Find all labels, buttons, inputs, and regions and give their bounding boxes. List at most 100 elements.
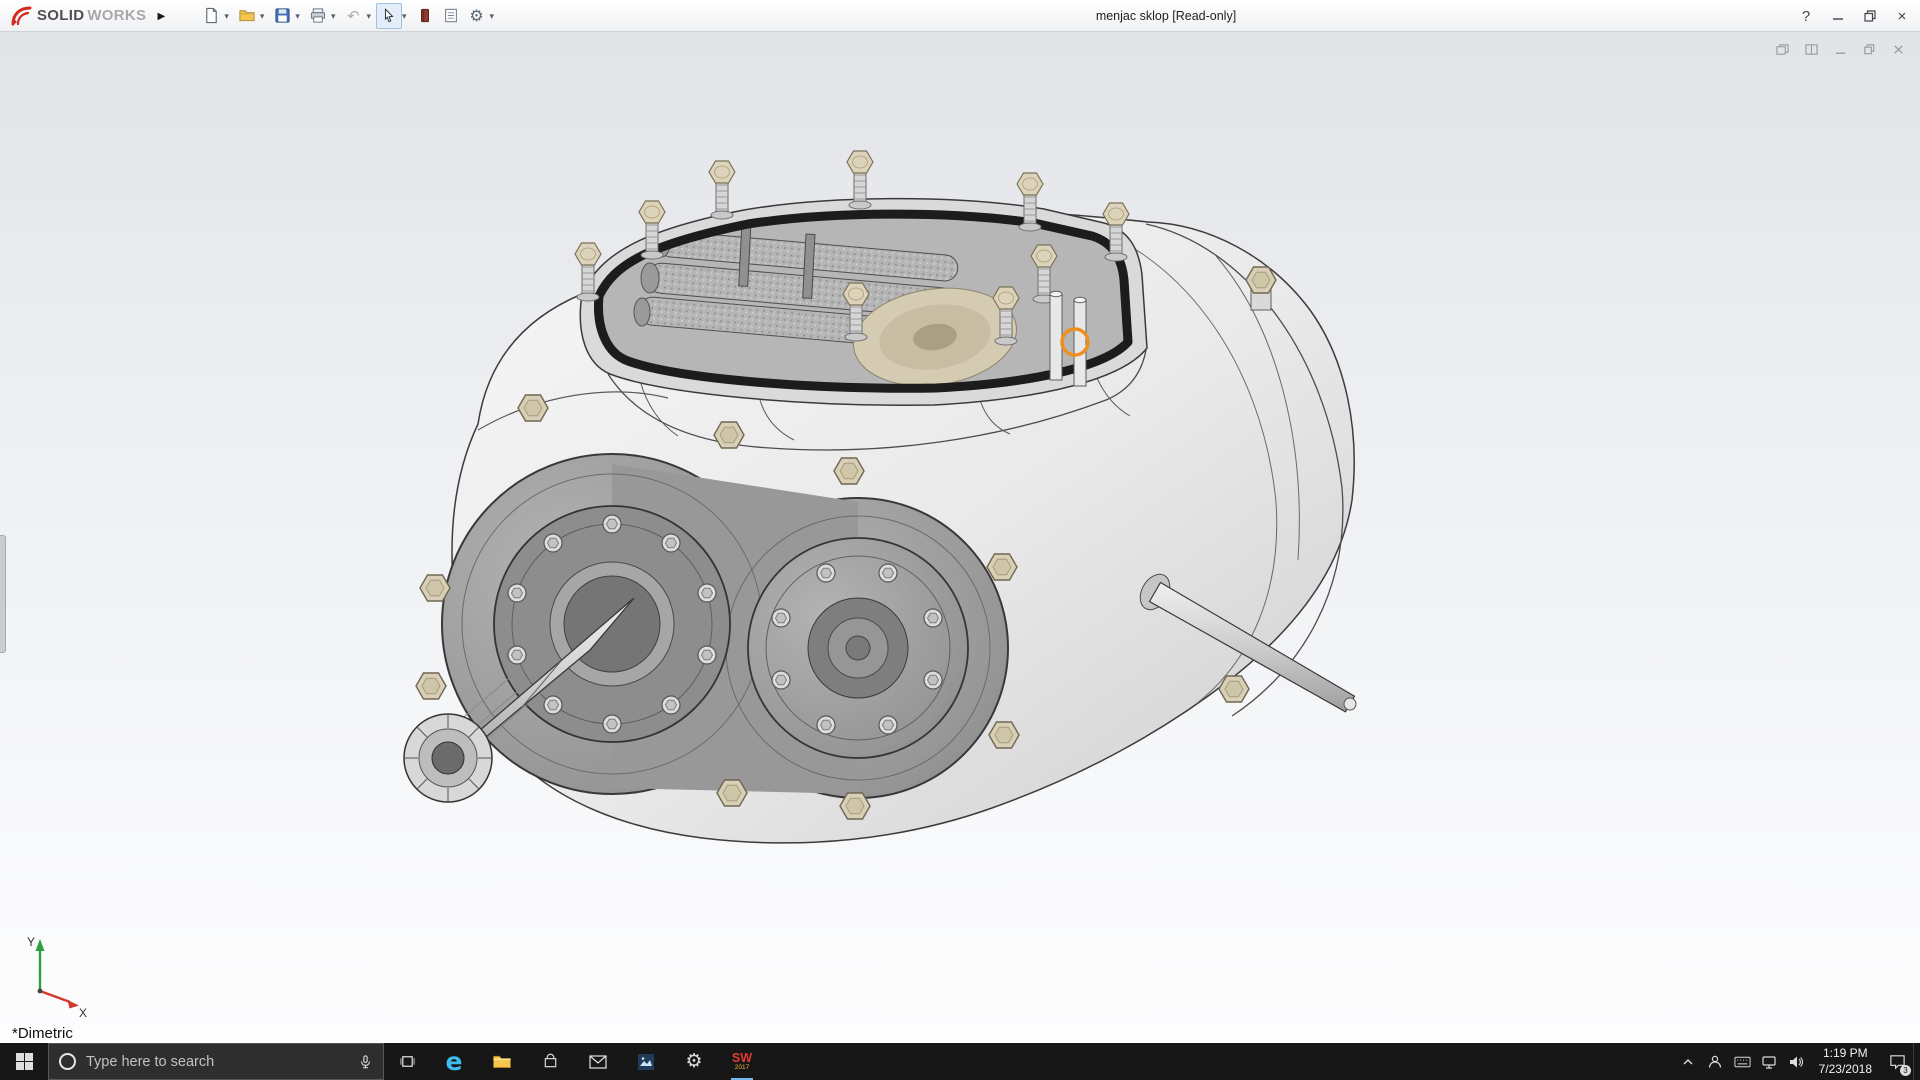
- new-document-button[interactable]: [198, 3, 224, 29]
- dropdown-arrow-icon[interactable]: ▾: [224, 9, 229, 22]
- close-doc-button[interactable]: [1888, 40, 1908, 58]
- help-icon: ?: [1802, 8, 1810, 25]
- options-button[interactable]: ⚙: [464, 3, 490, 29]
- open-button[interactable]: [234, 3, 260, 29]
- tray-people-button[interactable]: [1702, 1043, 1729, 1080]
- select-cursor-icon: [381, 7, 397, 24]
- y-axis-label: Y: [27, 935, 35, 949]
- undo-button[interactable]: ↶: [340, 3, 366, 29]
- quick-access-toolbar: ▾ ▾ ▾ ▾ ↶▾ ▾ ⚙▾: [198, 3, 499, 29]
- taskbar-app-store[interactable]: [526, 1043, 574, 1080]
- triad-origin: [38, 989, 43, 994]
- right-cover-assembly[interactable]: [748, 538, 968, 758]
- help-button[interactable]: ?: [1790, 1, 1822, 31]
- touch-keyboard-icon: [1734, 1056, 1751, 1068]
- flyout-arrow-icon: ▶: [157, 11, 165, 22]
- taskbar-app-photos[interactable]: [622, 1043, 670, 1080]
- minimize-button[interactable]: [1822, 1, 1854, 31]
- microphone-icon[interactable]: [358, 1054, 373, 1070]
- gearbox-model[interactable]: [0, 32, 1920, 1043]
- restore-icon: [1864, 10, 1876, 22]
- start-button[interactable]: [0, 1043, 48, 1080]
- window-controls: ? ×: [1790, 0, 1918, 32]
- select-tool-button[interactable]: [376, 3, 402, 29]
- close-doc-icon: [1892, 43, 1905, 56]
- cortana-icon: [59, 1053, 76, 1070]
- search-placeholder: Type here to search: [86, 1054, 348, 1070]
- taskbar: Type here to search e ⚙ SW 2017: [0, 1043, 1920, 1080]
- solidworks-app-icon: SW 2017: [732, 1052, 752, 1072]
- dropdown-arrow-icon[interactable]: ▾: [295, 9, 300, 22]
- restore-doc-icon: [1863, 43, 1876, 56]
- print-icon: [309, 7, 327, 24]
- tile-doc-button[interactable]: [1801, 40, 1821, 58]
- save-icon: [274, 7, 291, 24]
- task-view-button[interactable]: [384, 1043, 430, 1080]
- taskbar-app-edge[interactable]: e: [430, 1043, 478, 1080]
- graphics-area[interactable]: Y X *Dimetric: [0, 32, 1920, 1043]
- close-button[interactable]: ×: [1886, 1, 1918, 31]
- action-center-button[interactable]: 3: [1881, 1043, 1913, 1080]
- minimize-doc-button[interactable]: [1830, 40, 1850, 58]
- clock-time: 1:19 PM: [1823, 1046, 1868, 1062]
- windows-logo-icon: [16, 1053, 33, 1070]
- cascade-doc-button[interactable]: [1772, 40, 1792, 58]
- new-document-icon: [203, 7, 220, 24]
- close-icon: ×: [1898, 8, 1907, 25]
- y-axis: Y: [27, 935, 45, 991]
- file-properties-icon: [443, 7, 459, 24]
- appearances-icon: [417, 7, 433, 24]
- cascade-icon: [1775, 43, 1790, 56]
- minimize-icon: [1832, 10, 1844, 22]
- minimize-doc-icon: [1834, 43, 1847, 56]
- file-explorer-icon: [492, 1053, 512, 1070]
- system-tray: 1:19 PM 7/23/2018 3: [1675, 1043, 1920, 1080]
- view-orientation-label: *Dimetric: [12, 1025, 73, 1042]
- tray-volume-button[interactable]: [1783, 1043, 1810, 1080]
- document-title: menjac sklop [Read-only]: [1096, 9, 1236, 23]
- taskbar-search[interactable]: Type here to search: [48, 1043, 384, 1080]
- tray-keyboard-button[interactable]: [1729, 1043, 1756, 1080]
- tray-network-button[interactable]: [1756, 1043, 1783, 1080]
- taskbar-app-solidworks[interactable]: SW 2017: [718, 1043, 766, 1080]
- taskbar-app-file-explorer[interactable]: [478, 1043, 526, 1080]
- open-folder-icon: [238, 7, 256, 24]
- brand-text-works: WORKS: [87, 7, 146, 24]
- dropdown-arrow-icon[interactable]: ▾: [331, 9, 336, 22]
- solidworks-logo-icon: [10, 5, 34, 27]
- task-view-icon: [399, 1053, 416, 1070]
- pane-splitter[interactable]: [0, 535, 6, 653]
- print-button[interactable]: [305, 3, 331, 29]
- brand-text-solid: SOLID: [37, 7, 84, 24]
- network-icon: [1761, 1054, 1777, 1070]
- dropdown-arrow-icon[interactable]: ▾: [260, 9, 265, 22]
- taskbar-app-mail[interactable]: [574, 1043, 622, 1080]
- taskbar-app-settings[interactable]: ⚙: [670, 1043, 718, 1080]
- chevron-up-icon: [1682, 1058, 1694, 1066]
- notification-badge: 3: [1900, 1065, 1911, 1076]
- photos-icon: [637, 1053, 655, 1071]
- settings-gear-icon: ⚙: [685, 1052, 702, 1071]
- store-icon: [542, 1053, 559, 1070]
- file-properties-button[interactable]: [438, 3, 464, 29]
- orientation-triad: Y X: [10, 929, 92, 1017]
- restore-doc-button[interactable]: [1859, 40, 1879, 58]
- restore-button[interactable]: [1854, 1, 1886, 31]
- appearances-button[interactable]: [412, 3, 438, 29]
- mail-icon: [589, 1055, 607, 1069]
- dropdown-arrow-icon[interactable]: ▾: [366, 9, 371, 22]
- dropdown-arrow-icon[interactable]: ▾: [402, 9, 407, 22]
- tile-icon: [1804, 43, 1819, 56]
- menu-flyout-button[interactable]: ▶: [150, 3, 172, 29]
- edge-icon: e: [446, 1049, 463, 1074]
- taskbar-clock[interactable]: 1:19 PM 7/23/2018: [1810, 1043, 1881, 1080]
- title-bar: SOLIDWORKS ▶ ▾ ▾ ▾ ▾ ↶▾ ▾ ⚙▾ menjac sklo…: [0, 0, 1920, 32]
- save-button[interactable]: [269, 3, 295, 29]
- show-desktop-button[interactable]: [1913, 1043, 1920, 1080]
- dropdown-arrow-icon[interactable]: ▾: [490, 9, 495, 22]
- tray-chevron-button[interactable]: [1675, 1043, 1702, 1080]
- volume-icon: [1788, 1054, 1804, 1070]
- people-icon: [1707, 1054, 1723, 1070]
- solidworks-logo: SOLIDWORKS: [0, 5, 150, 27]
- x-axis: X: [40, 991, 87, 1017]
